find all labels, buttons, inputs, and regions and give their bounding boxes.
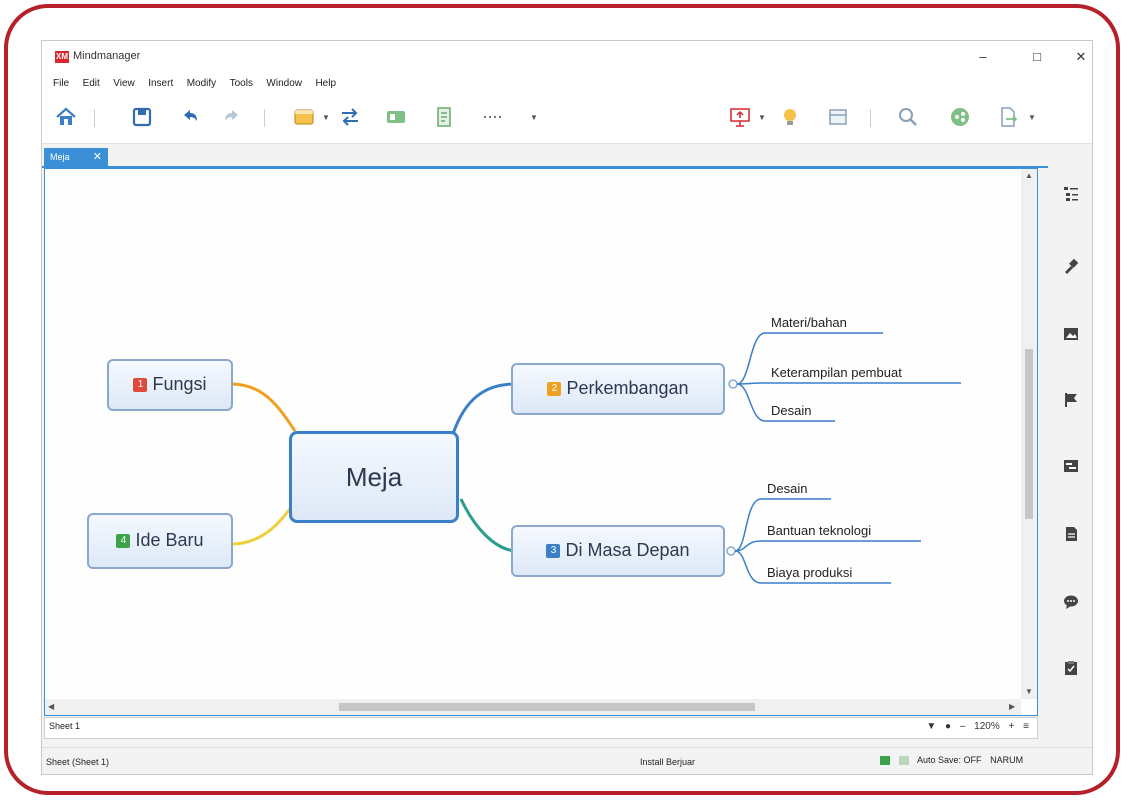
menu-help[interactable]: Help xyxy=(315,74,336,94)
status-green-icon[interactable] xyxy=(880,756,890,766)
share-icon[interactable] xyxy=(948,105,972,129)
menu-bar: File Edit View Insert Modify Tools Windo… xyxy=(42,73,1092,93)
topic-fungsi[interactable]: 1 Fungsi xyxy=(107,359,233,411)
zoom-level[interactable]: 120% xyxy=(974,721,1000,732)
chevron-down-icon[interactable]: ▼ xyxy=(758,113,766,122)
redo-icon[interactable] xyxy=(220,105,244,129)
topic-perkembangan[interactable]: 2 Perkembangan xyxy=(511,363,725,415)
menu-file[interactable]: File xyxy=(53,74,69,94)
flag-icon[interactable] xyxy=(1063,392,1079,408)
priority-badge: 1 xyxy=(133,378,148,393)
chevron-down-icon[interactable]: ▼ xyxy=(322,113,330,122)
sheet-tab[interactable]: Sheet 1 xyxy=(49,721,80,731)
export-icon[interactable] xyxy=(996,105,1020,129)
scroll-down-icon[interactable]: ▼ xyxy=(1025,687,1033,696)
status-bar: Sheet (Sheet 1) Install Berjuar Auto Sav… xyxy=(42,747,1092,774)
toolbar: ▼ ▼ ▼ ▼ xyxy=(42,93,1092,144)
status-install[interactable]: Install Berjuar xyxy=(640,757,695,767)
topic-label: Perkembangan xyxy=(566,378,689,398)
zoom-out-button[interactable]: – xyxy=(960,721,966,732)
vertical-scrollbar[interactable]: ▲ ▼ xyxy=(1021,169,1037,699)
status-layout-icon[interactable] xyxy=(898,756,909,766)
lightbulb-icon[interactable] xyxy=(778,105,802,129)
home-icon[interactable] xyxy=(54,105,78,129)
mindmap-canvas[interactable]: 1 Fungsi 4 Ide Baru Meja 2 Perkembangan 3 Di… xyxy=(44,168,1038,716)
subtopic[interactable]: Bantuan teknologi xyxy=(767,523,871,538)
subtopic[interactable]: Desain xyxy=(767,481,807,496)
menu-window[interactable]: Window xyxy=(266,74,302,94)
topic-di-masa-depan[interactable]: 3 Di Masa Depan xyxy=(511,525,725,577)
menu-tools[interactable]: Tools xyxy=(230,74,253,94)
chevron-down-icon[interactable]: ▼ xyxy=(1028,113,1036,122)
undo-icon[interactable] xyxy=(178,105,202,129)
notes-icon[interactable] xyxy=(432,105,456,129)
presentation-icon[interactable] xyxy=(728,105,752,129)
subtopic[interactable]: Keterampilan pembuat xyxy=(771,365,902,380)
close-icon[interactable]: ✕ xyxy=(93,148,102,166)
toolbar-separator xyxy=(264,109,265,127)
gantt-icon[interactable] xyxy=(1063,458,1079,474)
title-bar: XM Mindmanager – □ ✕ xyxy=(42,41,1092,73)
outline-icon[interactable] xyxy=(1063,186,1079,202)
app-logo-icon: XM xyxy=(55,51,69,63)
autosave-status[interactable]: Auto Save: OFF xyxy=(917,755,982,765)
menu-modify[interactable]: Modify xyxy=(187,74,216,94)
subtopic[interactable]: Biaya produksi xyxy=(767,565,852,580)
document-tab-strip: Meja ✕ xyxy=(42,144,1092,168)
status-sheet: Sheet (Sheet 1) xyxy=(46,757,110,767)
branch-connectors xyxy=(230,332,961,584)
toolbar-separator xyxy=(94,109,95,127)
notes-panel-icon[interactable] xyxy=(1063,526,1079,542)
status-right: Auto Save: OFF NARUM xyxy=(874,755,1024,766)
topic-label: Fungsi xyxy=(152,374,207,394)
minimize-button[interactable]: – xyxy=(968,45,998,69)
priority-badge: 4 xyxy=(116,534,131,549)
layout-icon[interactable] xyxy=(826,105,850,129)
search-icon[interactable] xyxy=(896,105,920,129)
menu-insert[interactable]: Insert xyxy=(148,74,173,94)
tab-meja[interactable]: Meja ✕ xyxy=(44,148,108,166)
zoom-in-button[interactable]: + xyxy=(1009,721,1015,732)
menu-icon[interactable]: ≡ xyxy=(1023,721,1029,732)
comment-icon[interactable] xyxy=(1063,594,1079,610)
scroll-right-icon[interactable]: ▶ xyxy=(1009,702,1015,711)
subtopic[interactable]: Desain xyxy=(771,403,811,418)
menu-view[interactable]: View xyxy=(113,74,135,94)
priority-badge: 3 xyxy=(546,544,561,559)
menu-edit[interactable]: Edit xyxy=(83,74,100,94)
app-window: XM Mindmanager – □ ✕ File Edit View Inse… xyxy=(41,40,1093,775)
more-icon[interactable] xyxy=(482,105,506,129)
central-topic-meja[interactable]: Meja xyxy=(289,431,459,523)
toolbar-separator xyxy=(870,109,871,127)
view-icon[interactable]: ● xyxy=(945,721,951,732)
central-topic-label: Meja xyxy=(345,462,403,492)
horizontal-scroll-thumb[interactable] xyxy=(339,703,755,711)
scroll-up-icon[interactable]: ▲ xyxy=(1025,171,1033,180)
filter-icon[interactable]: ▼ xyxy=(926,721,936,732)
caps-status: NARUM xyxy=(990,755,1024,765)
close-button[interactable]: ✕ xyxy=(1066,45,1092,69)
topic-ide-baru[interactable]: 4 Ide Baru xyxy=(87,513,233,569)
vertical-scroll-thumb[interactable] xyxy=(1025,349,1033,519)
chevron-down-icon[interactable]: ▼ xyxy=(530,113,538,122)
image-icon[interactable] xyxy=(1063,326,1079,342)
task-icon[interactable] xyxy=(1063,660,1079,676)
window-title: Mindmanager xyxy=(73,50,141,62)
topic-icon[interactable] xyxy=(292,105,316,129)
priority-badge: 2 xyxy=(547,382,562,397)
scroll-left-icon[interactable]: ◀ xyxy=(48,702,54,711)
relationship-icon[interactable] xyxy=(338,105,362,129)
subtopic[interactable]: Materi/bahan xyxy=(771,315,847,330)
save-icon[interactable] xyxy=(130,105,154,129)
zoom-controls: ▼ ● – 120% + ≡ xyxy=(920,721,1029,732)
topic-label: Ide Baru xyxy=(135,530,204,550)
tab-label: Meja xyxy=(50,152,70,162)
sheet-bar: Sheet 1 ▼ ● – 120% + ≡ xyxy=(44,717,1038,739)
boundary-icon[interactable] xyxy=(384,105,408,129)
side-panel xyxy=(1048,166,1092,726)
format-brush-icon[interactable] xyxy=(1063,258,1079,274)
maximize-button[interactable]: □ xyxy=(1022,45,1052,69)
horizontal-scrollbar[interactable]: ◀ ▶ xyxy=(45,699,1021,715)
topic-label: Di Masa Depan xyxy=(565,540,690,560)
